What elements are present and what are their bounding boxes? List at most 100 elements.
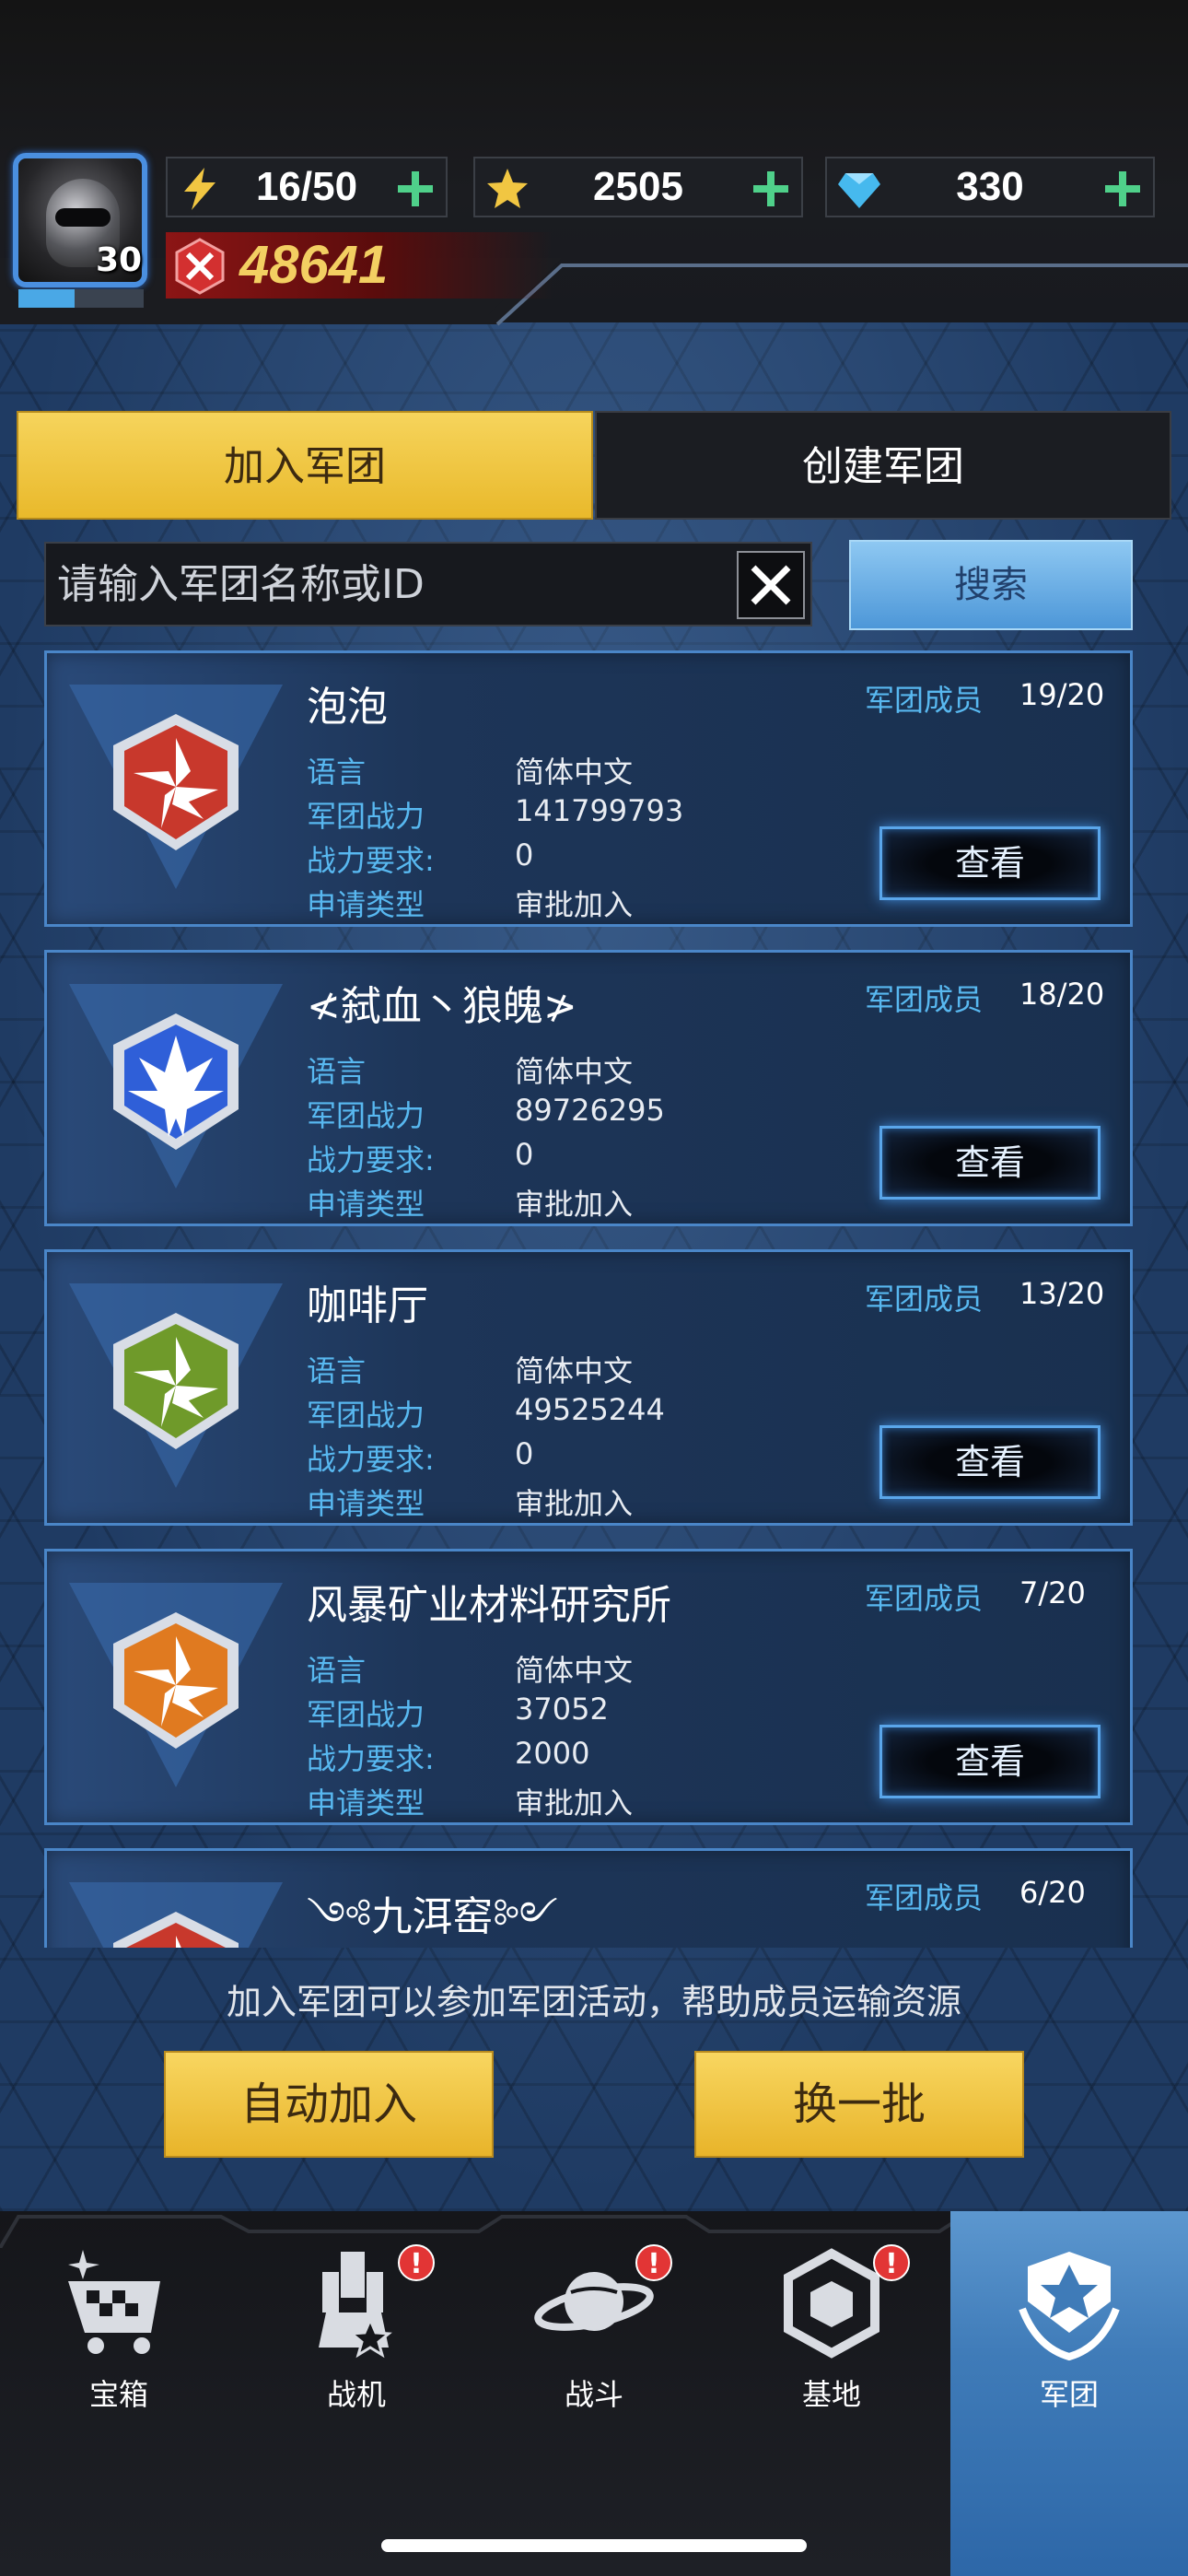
legion-icon: [1019, 2252, 1120, 2361]
energy-counter: 16/50: [166, 157, 448, 217]
view-button[interactable]: 查看: [879, 826, 1101, 900]
requirement-value: 0: [515, 837, 534, 872]
apply-type-value: 审批加入: [515, 1187, 634, 1222]
members-label: 军团成员: [865, 982, 984, 1017]
nav-label: 军团: [1039, 2377, 1099, 2412]
legion-badge-pinwheel-icon: [65, 1579, 286, 1791]
diamond-icon: [838, 173, 880, 208]
apply-type-value: 审批加入: [515, 887, 634, 922]
language-value: 简体中文: [515, 1353, 634, 1388]
star-counter: 2505: [473, 157, 803, 217]
requirement-label: 战力要求:: [307, 1442, 435, 1477]
nav-item-chest[interactable]: 宝箱: [0, 2211, 238, 2576]
apply-type-label: 申请类型: [307, 1486, 425, 1521]
language-label: 语言: [307, 755, 367, 790]
home-indicator[interactable]: [381, 2539, 807, 2552]
close-icon: [751, 565, 791, 605]
members-value: 7/20: [1019, 1575, 1086, 1610]
add-star-icon[interactable]: [748, 166, 794, 212]
view-button[interactable]: 查看: [879, 1425, 1101, 1499]
apply-type-label: 申请类型: [307, 1187, 425, 1222]
search-button[interactable]: 搜索: [849, 540, 1133, 630]
cart-icon: [68, 2250, 160, 2354]
energy-value: 16/50: [255, 164, 358, 209]
base-alert-badge: !: [873, 2244, 910, 2281]
requirement-value: 0: [515, 1436, 534, 1471]
nav-item-legion[interactable]: 军团: [950, 2211, 1188, 2576]
xp-bar: [18, 289, 144, 308]
members-label: 军团成员: [865, 1581, 984, 1616]
members-value: 19/20: [1019, 677, 1105, 712]
nav-item-battle[interactable]: ! 战斗: [475, 2211, 713, 2576]
combat-power-value: 48641: [239, 235, 389, 295]
legion-card[interactable]: 咖啡厅 军团成员 13/20 语言 简体中文 军团战力 49525244 战力要求: 0 申请类型…: [44, 1249, 1133, 1526]
apply-type-label: 申请类型: [307, 887, 425, 922]
nav-label: 宝箱: [88, 2377, 148, 2412]
legion-card[interactable]: ≮弑血丶狼魄≯ 军团成员 18/20 语言 简体中文 军团战力 89726295 战力要求: 0…: [44, 950, 1133, 1226]
add-diamond-icon[interactable]: [1100, 166, 1146, 212]
legion-card[interactable]: 风暴矿业材料研究所 军团成员 7/20 语言 简体中文军团战力 37052 战力要求: 200…: [44, 1549, 1133, 1825]
join-hint: 加入军团可以参加军团活动，帮助成员运输资源: [226, 1982, 961, 2022]
legion-badge-pinwheel-icon: [65, 1280, 286, 1492]
nav-item-base[interactable]: ! 基地: [713, 2211, 950, 2576]
auto-join-button[interactable]: 自动加入: [164, 2051, 494, 2158]
legion-name: ༺九洱窑༻: [307, 1893, 558, 1940]
nav-label: 战斗: [564, 2377, 623, 2412]
power-label: 军团战力: [307, 1697, 425, 1732]
nav-label: 基地: [801, 2377, 861, 2412]
power-value: 37052: [515, 1692, 609, 1727]
search-box: [44, 542, 812, 626]
tab-join-legion[interactable]: 加入军团: [17, 411, 593, 520]
legion-name: 咖啡厅: [307, 1282, 428, 1329]
members-label: 军团成员: [865, 1282, 984, 1317]
view-button[interactable]: 查看: [879, 1126, 1101, 1200]
apply-type-value: 审批加入: [515, 1786, 634, 1821]
requirement-value: 2000: [515, 1736, 590, 1771]
mech-alert-badge: !: [398, 2244, 435, 2281]
visor-graphic: [55, 208, 111, 227]
legion-card[interactable]: 泡泡 军团成员 19/20 语言 简体中文军团战力 141799793 战力要求: 0 申请类型…: [44, 650, 1133, 927]
tab-create-legion[interactable]: 创建军团: [595, 411, 1171, 520]
requirement-label: 战力要求:: [307, 843, 435, 878]
language-value: 简体中文: [515, 755, 634, 790]
add-energy-icon[interactable]: [392, 166, 438, 212]
player-level: 30: [96, 241, 143, 279]
apply-type-value: 审批加入: [515, 1486, 634, 1521]
language-label: 语言: [307, 1353, 367, 1388]
language-value: 简体中文: [515, 1054, 634, 1089]
legion-list[interactable]: 泡泡 军团成员 19/20 语言 简体中文 军团战力 141799793 战力要求: 0 申请类型…: [44, 650, 1133, 1948]
battle-alert-badge: !: [635, 2244, 672, 2281]
requirement-label: 战力要求:: [307, 1142, 435, 1177]
requirement-label: 战力要求:: [307, 1741, 435, 1776]
search-input[interactable]: [57, 544, 729, 625]
nav-label: 战机: [326, 2377, 386, 2412]
combat-power: 48641: [166, 232, 553, 299]
language-label: 语言: [307, 1054, 367, 1089]
diamond-counter: 330: [825, 157, 1155, 217]
nav-item-mech[interactable]: ! 战机: [238, 2211, 475, 2576]
legion-card[interactable]: ༺九洱窑༻ 军团成员 6/20: [44, 1848, 1133, 1948]
power-value: 141799793: [515, 793, 684, 828]
members-value: 13/20: [1019, 1276, 1105, 1311]
members-label: 军团成员: [865, 683, 984, 718]
power-label: 军团战力: [307, 1398, 425, 1433]
power-label: 军团战力: [307, 799, 425, 834]
requirement-value: 0: [515, 1137, 534, 1172]
legion-name: 泡泡: [307, 684, 388, 731]
crossed-swords-icon: [175, 238, 225, 295]
lightning-icon: [184, 168, 215, 210]
language-label: 语言: [307, 1653, 367, 1688]
bottom-nav: 宝箱 ! 战机 ! 战斗 ! 基地 军团: [0, 2211, 1188, 2576]
legion-badge-pinwheel-icon: [65, 681, 286, 893]
legion-name: 风暴矿业材料研究所: [307, 1582, 671, 1629]
clear-search-button[interactable]: [737, 551, 805, 619]
diamond-value: 330: [956, 164, 1024, 209]
apply-type-label: 申请类型: [307, 1786, 425, 1821]
star-value: 2505: [593, 164, 683, 209]
members-value: 18/20: [1019, 977, 1105, 1012]
refresh-button[interactable]: 换一批: [694, 2051, 1024, 2158]
view-button[interactable]: 查看: [879, 1725, 1101, 1798]
language-value: 简体中文: [515, 1653, 634, 1688]
members-label: 军团成员: [865, 1880, 984, 1915]
legion-badge-pinwheel-icon: [65, 1879, 286, 1948]
